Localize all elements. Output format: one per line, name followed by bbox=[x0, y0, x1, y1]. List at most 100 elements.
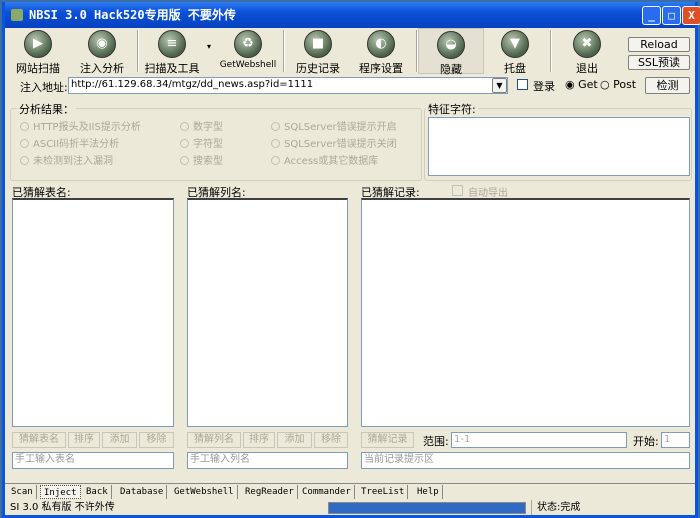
list-icon: ≡ bbox=[158, 30, 186, 58]
analysis-option-label: 数字型 bbox=[193, 122, 223, 133]
toolbar-button-label: 程序设置 bbox=[359, 62, 403, 75]
maximize-button[interactable]: □ bbox=[662, 6, 681, 25]
tab-database[interactable]: Database bbox=[117, 485, 168, 499]
toolbar-divider bbox=[283, 30, 285, 72]
detect-button[interactable]: 检测 bbox=[645, 77, 690, 94]
analysis-radio[interactable]: SQLServer错误提示关闭 bbox=[271, 135, 397, 150]
sort-columns-button[interactable]: 排序 bbox=[243, 432, 275, 448]
tab-inject[interactable]: Inject bbox=[40, 485, 81, 499]
radio-icon bbox=[180, 122, 189, 131]
reload-button[interactable]: Reload bbox=[628, 37, 690, 52]
analysis-option-label: HTTP报头及IIS提示分析 bbox=[33, 122, 141, 133]
analysis-option-label: SQLServer错误提示关闭 bbox=[284, 139, 397, 150]
sort-tables-button[interactable]: 排序 bbox=[68, 432, 100, 448]
analysis-radio[interactable]: SQLServer错误提示开启 bbox=[271, 118, 397, 133]
toolbar-button-label: 扫描及工具 bbox=[144, 62, 200, 75]
analysis-radio[interactable]: 数字型 bbox=[180, 118, 223, 133]
minimize-button[interactable]: _ bbox=[642, 6, 661, 25]
tab-getwebshell[interactable]: GetWebshell bbox=[171, 485, 238, 499]
eye-icon: ◉ bbox=[88, 30, 116, 58]
post-radio[interactable]: ○ Post bbox=[600, 78, 636, 91]
start-input[interactable]: 1 bbox=[661, 432, 690, 448]
radio-icon bbox=[180, 139, 189, 148]
records-list[interactable] bbox=[361, 198, 690, 427]
add-column-button[interactable]: 添加 bbox=[277, 432, 312, 448]
range-input[interactable]: 1-1 bbox=[451, 432, 627, 448]
tab-back[interactable]: Back bbox=[83, 485, 112, 499]
radio-icon bbox=[271, 156, 280, 165]
close-button[interactable]: X bbox=[682, 6, 700, 25]
status-left: SI 3.0 私有版 不许外传 bbox=[10, 502, 115, 513]
analysis-option-label: 字符型 bbox=[193, 139, 223, 150]
url-input[interactable]: http://61.129.68.34/mtgz/dd_news.asp?id=… bbox=[68, 77, 508, 94]
tray-icon: ▼ bbox=[501, 30, 529, 58]
analysis-radio[interactable]: ASCII码折半法分析 bbox=[20, 135, 119, 150]
toolbar-button-3[interactable]: ♻ GetWebshell bbox=[215, 28, 281, 74]
recycle-icon: ♻ bbox=[234, 30, 262, 58]
radio-icon bbox=[20, 122, 29, 131]
analysis-option-label: 未检测到注入漏洞 bbox=[33, 156, 113, 167]
stop-icon: ■ bbox=[304, 30, 332, 58]
range-label: 范围: bbox=[423, 435, 449, 448]
toolbar-button-2[interactable]: ≡ 扫描及工具 bbox=[139, 28, 205, 75]
analysis-option-label: 搜索型 bbox=[193, 156, 223, 167]
toolbar-button-4[interactable]: ■ 历史记录 bbox=[285, 28, 351, 75]
remove-table-button[interactable]: 移除 bbox=[139, 432, 174, 448]
get-radio[interactable]: ◉ Get bbox=[565, 78, 598, 91]
auto-export-checkbox[interactable] bbox=[452, 185, 463, 196]
status-divider bbox=[531, 500, 532, 515]
toolbar-button-7[interactable]: ▼ 托盘 bbox=[482, 28, 548, 75]
column-name-input[interactable]: 手工输入列名 bbox=[187, 452, 348, 469]
toolbar-button-label: 托盘 bbox=[504, 62, 526, 75]
analysis-title: 分析结果： bbox=[17, 101, 76, 117]
play-icon: ▶ bbox=[24, 30, 52, 58]
toolbar-button-1[interactable]: ◉ 注入分析 bbox=[69, 28, 135, 75]
analysis-radio[interactable]: Access或其它数据库 bbox=[271, 152, 378, 167]
toolbar-divider bbox=[416, 30, 418, 72]
feature-input[interactable] bbox=[428, 117, 690, 176]
toolbar-button-label: 历史记录 bbox=[296, 62, 340, 75]
title-bar: NBSI 3.0 Hack520专用版 不要外传 _ □ X bbox=[5, 2, 700, 28]
tab-divider bbox=[5, 483, 695, 484]
start-label: 开始: bbox=[633, 435, 659, 448]
toolbar-button-6[interactable]: ◒ 隐藏 bbox=[418, 28, 484, 76]
tab-commander[interactable]: Commander bbox=[299, 485, 355, 499]
toolbar-divider bbox=[137, 30, 139, 72]
app-icon bbox=[11, 9, 23, 21]
status-right: 状态:完成 bbox=[537, 502, 581, 513]
toolbar-button-label: 网站扫描 bbox=[16, 62, 60, 75]
guess-columns-button[interactable]: 猜解列名 bbox=[187, 432, 241, 448]
guess-records-button[interactable]: 猜解记录 bbox=[361, 432, 414, 448]
tab-regreader[interactable]: RegReader bbox=[242, 485, 298, 499]
toolbar-button-label: 隐藏 bbox=[440, 63, 462, 76]
url-dropdown-button[interactable]: ▼ bbox=[492, 78, 507, 93]
analysis-radio[interactable]: 字符型 bbox=[180, 135, 223, 150]
toolbar-button-8[interactable]: ✖ 退出 bbox=[554, 28, 620, 75]
add-table-button[interactable]: 添加 bbox=[102, 432, 137, 448]
radio-icon bbox=[271, 139, 280, 148]
guess-tables-button[interactable]: 猜解表名 bbox=[12, 432, 66, 448]
login-checkbox[interactable] bbox=[517, 79, 528, 90]
columns-list[interactable] bbox=[187, 198, 348, 427]
tab-treelist[interactable]: TreeList bbox=[358, 485, 409, 499]
feature-title: 特征字符: bbox=[426, 101, 478, 117]
toolbar-button-label: 退出 bbox=[576, 62, 598, 75]
toolbar-button-label: 注入分析 bbox=[80, 62, 124, 75]
remove-column-button[interactable]: 移除 bbox=[314, 432, 348, 448]
tab-scan[interactable]: Scan bbox=[8, 485, 37, 499]
dropdown-arrow-icon[interactable]: ▾ bbox=[207, 42, 211, 51]
table-name-input[interactable]: 手工输入表名 bbox=[12, 452, 174, 469]
get-label: Get bbox=[578, 78, 598, 91]
radio-icon bbox=[180, 156, 189, 165]
analysis-radio[interactable]: 未检测到注入漏洞 bbox=[20, 152, 113, 167]
analysis-radio[interactable]: HTTP报头及IIS提示分析 bbox=[20, 118, 141, 133]
hide-icon: ◒ bbox=[437, 31, 465, 59]
tab-help[interactable]: Help bbox=[414, 485, 443, 499]
analysis-radio[interactable]: 搜索型 bbox=[180, 152, 223, 167]
tables-list[interactable] bbox=[12, 198, 174, 427]
toolbar-button-0[interactable]: ▶ 网站扫描 bbox=[5, 28, 71, 75]
window-title: NBSI 3.0 Hack520专用版 不要外传 bbox=[29, 8, 236, 22]
toolbar-button-5[interactable]: ◐ 程序设置 bbox=[348, 28, 414, 75]
address-label: 注入地址: bbox=[20, 81, 68, 94]
ssl-preread-button[interactable]: SSL预读 bbox=[628, 55, 690, 70]
